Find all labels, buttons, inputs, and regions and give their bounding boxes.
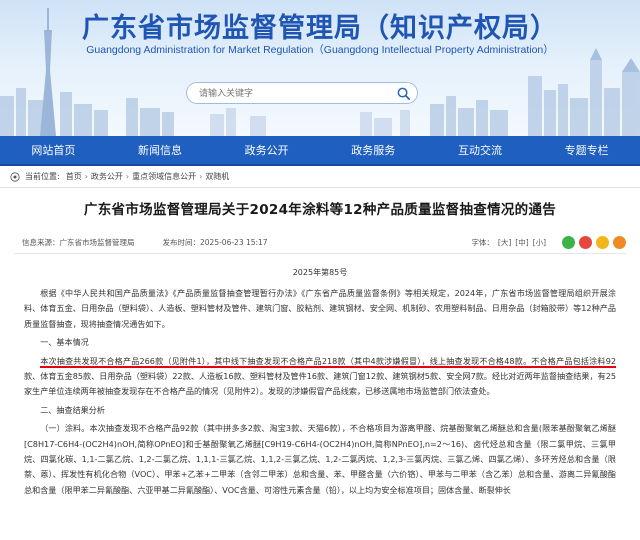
nav-item-interaction[interactable]: 互动交流 xyxy=(448,142,512,158)
nav-item-special-topics[interactable]: 专题专栏 xyxy=(555,142,619,158)
section-heading: 二、抽查结果分析 xyxy=(40,404,105,415)
paragraph-text: 款、体育五金85款、日用杂品（塑料袋）22款、人造板16款、塑料管材及管件16款… xyxy=(24,371,616,397)
nav-item-gov-services[interactable]: 政务服务 xyxy=(341,142,405,158)
font-size-small-button[interactable]: [小] xyxy=(533,237,546,248)
font-size-switcher: 字体： [大] [中] [小] xyxy=(471,237,546,248)
breadcrumb-separator: › xyxy=(84,172,88,181)
article-publish-time: 发布时间：2025-06-23 15:17 xyxy=(162,238,268,247)
article-paragraph: （一）涂料。本次抽查发现不合格产品92款（其中拼多多2款、淘宝3款、天猫6款），… xyxy=(24,423,616,495)
favorite-icon[interactable] xyxy=(613,236,626,249)
breadcrumb-home[interactable]: 首页 xyxy=(66,171,82,182)
article-paragraph: 根据《中华人民共和国产品质量法》《产品质量监督抽查管理暂行办法》《广东省产品质量… xyxy=(24,288,616,329)
breadcrumb-separator: › xyxy=(199,172,203,181)
nav-item-home[interactable]: 网站首页 xyxy=(21,142,85,158)
qzone-icon[interactable] xyxy=(596,236,609,249)
breadcrumb: 当前位置: 首页 › 政务公开 › 重点领域信息公开 › 双随机 xyxy=(0,166,640,188)
weibo-icon[interactable] xyxy=(579,236,592,249)
search-icon[interactable] xyxy=(396,86,411,101)
document-number: 2025年第85号 xyxy=(292,268,348,277)
nav-item-gov-affairs[interactable]: 政务公开 xyxy=(235,142,299,158)
main-nav: 网站首页 新闻信息 政务公开 政务服务 互动交流 专题专栏 xyxy=(0,136,640,166)
search-input[interactable] xyxy=(199,85,389,102)
underlined-text: 本次抽查共发现不合格产品266款（见附件1），其中线下抽查发现不合格产品218款… xyxy=(40,355,532,368)
breadcrumb-gov-affairs[interactable]: 政务公开 xyxy=(91,171,123,182)
breadcrumb-label: 当前位置: xyxy=(25,172,60,181)
section-heading: 一、基本情况 xyxy=(40,337,89,348)
share-bar xyxy=(558,236,626,249)
font-size-label: 字体： xyxy=(471,238,494,247)
article-meta: 信息来源：广东省市场监督管理局 发布时间：2025-06-23 15:17 字体… xyxy=(14,232,626,254)
site-subtitle: Guangdong Administration for Market Regu… xyxy=(86,44,554,56)
font-size-medium-button[interactable]: [中] xyxy=(515,237,528,248)
highlighted-text: 不合格产品包括涂料92 xyxy=(531,355,616,368)
breadcrumb-double-random[interactable]: 双随机 xyxy=(205,171,229,182)
breadcrumb-key-info[interactable]: 重点领域信息公开 xyxy=(132,171,196,182)
article-body: 根据《中华人民共和国产品质量法》《产品质量监督抽查管理暂行办法》《广东省产品质量… xyxy=(24,286,616,498)
article-source: 信息来源：广东省市场监督管理局 xyxy=(22,238,135,247)
breadcrumb-separator: › xyxy=(125,172,130,181)
location-pin-icon xyxy=(10,171,20,182)
article-title: 广东省市场监督管理局关于2024年涂料等12种产品质量监督抽查情况的通告 xyxy=(83,202,557,218)
nav-item-news[interactable]: 新闻信息 xyxy=(128,142,192,158)
article-paragraph: 本次抽查共发现不合格产品266款（见附件1），其中线下抽查发现不合格产品218款… xyxy=(24,354,616,400)
site-title: 广东省市场监督管理局（知识产权局） xyxy=(82,13,558,44)
font-size-large-button[interactable]: [大] xyxy=(498,237,511,248)
wechat-icon[interactable] xyxy=(562,236,575,249)
search-box xyxy=(186,82,418,104)
site-header: 广东省市场监督管理局（知识产权局） Guangdong Administrati… xyxy=(0,0,640,136)
